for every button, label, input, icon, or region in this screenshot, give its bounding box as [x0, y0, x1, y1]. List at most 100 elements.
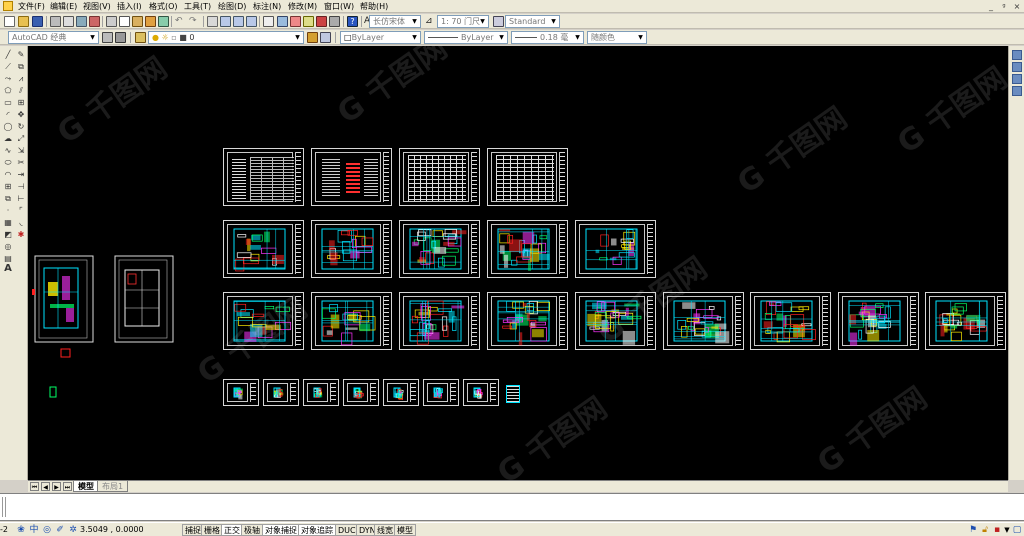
polyline-icon[interactable]: ⤳: [3, 74, 13, 84]
plot-3d-icon[interactable]: [89, 16, 100, 27]
line-icon[interactable]: ╱: [3, 50, 13, 60]
erase-icon[interactable]: ✎: [16, 50, 26, 60]
workspace-save-icon[interactable]: [115, 32, 126, 43]
command-line-grip[interactable]: [2, 497, 6, 517]
app-icon[interactable]: [3, 1, 13, 11]
explode-icon[interactable]: ✱: [16, 230, 26, 240]
menu-format[interactable]: 格式(O): [149, 1, 178, 12]
next-tab-icon[interactable]: ▶: [52, 482, 61, 491]
insert-block-icon[interactable]: ⊞: [3, 182, 13, 192]
new-icon[interactable]: [4, 16, 15, 27]
trim-icon[interactable]: ✂: [16, 158, 26, 168]
ortho-toggle[interactable]: 正交: [221, 524, 243, 536]
sheet-set-icon[interactable]: [303, 16, 314, 27]
gradient-icon[interactable]: ◩: [3, 230, 13, 240]
markup-icon[interactable]: [316, 16, 327, 27]
properties-icon[interactable]: [263, 16, 274, 27]
menu-dimension[interactable]: 标注(N): [253, 1, 281, 12]
dimension-style-combo[interactable]: 1: 70 门尺 ▼: [437, 15, 489, 28]
menu-tools[interactable]: 工具(T): [184, 1, 211, 12]
lineweight-combo[interactable]: 0.18 毫 ▼: [511, 31, 584, 44]
revision-cloud-icon[interactable]: ☁: [3, 134, 13, 144]
pan-icon[interactable]: [207, 16, 218, 27]
layer-previous-icon[interactable]: [320, 32, 331, 43]
print-preview-icon[interactable]: [63, 16, 74, 27]
text-style-combo[interactable]: 长仿宋体 ▼: [369, 15, 421, 28]
polar-toggle[interactable]: 极轴: [241, 524, 263, 536]
publish-icon[interactable]: [76, 16, 87, 27]
copy-icon[interactable]: [119, 16, 130, 27]
tool-palettes-icon[interactable]: [290, 16, 301, 27]
communication-center-icon[interactable]: ⚑: [968, 525, 978, 535]
move-icon[interactable]: ✥: [16, 110, 26, 120]
mirror-icon[interactable]: ⩘: [16, 74, 26, 84]
zoom-window-icon[interactable]: [233, 16, 244, 27]
ucs-icon[interactable]: [1012, 50, 1022, 60]
point-icon[interactable]: ·: [3, 206, 13, 216]
hatch-icon[interactable]: ▦: [3, 218, 13, 228]
clean-screen-icon[interactable]: ▢: [1012, 525, 1022, 535]
rectangle-icon[interactable]: ▭: [3, 98, 13, 108]
ucs-world-icon[interactable]: [1012, 62, 1022, 72]
prev-tab-icon[interactable]: ◀: [41, 482, 50, 491]
menu-draw[interactable]: 绘图(D): [218, 1, 246, 12]
cut-icon[interactable]: [106, 16, 117, 27]
zoom-previous-icon[interactable]: [246, 16, 257, 27]
menu-help[interactable]: 帮助(H): [360, 1, 388, 12]
ucs-previous-icon[interactable]: [1012, 74, 1022, 84]
ellipse-arc-icon[interactable]: ◠: [3, 170, 13, 180]
close-button[interactable]: ×: [1011, 1, 1023, 12]
open-icon[interactable]: [18, 16, 29, 27]
named-views-icon[interactable]: [1012, 86, 1022, 96]
arc-icon[interactable]: ◜: [3, 110, 13, 120]
save-icon[interactable]: [32, 16, 43, 27]
rotate-icon[interactable]: ↻: [16, 122, 26, 132]
command-line[interactable]: [0, 493, 1024, 521]
table-style-icon[interactable]: [493, 16, 504, 27]
layer-combo[interactable]: ● ☼ ▫ ■ 0 ▼: [148, 31, 304, 44]
undo-icon[interactable]: ↶: [175, 16, 186, 27]
make-block-icon[interactable]: ⧉: [3, 194, 13, 204]
scale-icon[interactable]: ⤢: [16, 134, 26, 144]
polygon-icon[interactable]: ⬠: [3, 86, 13, 96]
menu-window[interactable]: 窗口(W): [324, 1, 354, 12]
settings-circle-icon[interactable]: ◎: [42, 525, 52, 535]
print-icon[interactable]: [50, 16, 61, 27]
menu-view[interactable]: 视图(V): [83, 1, 111, 12]
chevron-down-icon[interactable]: ▼: [1002, 525, 1012, 535]
otrack-toggle[interactable]: 对象追踪: [298, 524, 336, 536]
first-tab-icon[interactable]: ⏮: [30, 482, 39, 491]
extend-icon[interactable]: ⇥: [16, 170, 26, 180]
info-icon[interactable]: ▪: [992, 525, 1002, 535]
drawing-canvas[interactable]: G 千图网 G 千图网 G 千图网 G 千图网 G 千图网 G 千图网 G 千图…: [28, 46, 1008, 480]
quickcalc-icon[interactable]: [329, 16, 340, 27]
zh-input-icon[interactable]: 中: [29, 525, 39, 535]
last-tab-icon[interactable]: ⏭: [63, 482, 72, 491]
fillet-icon[interactable]: ◟: [16, 218, 26, 228]
lock-icon[interactable]: 🔓︎: [980, 525, 990, 535]
help-icon[interactable]: ?: [347, 16, 358, 27]
spline-icon[interactable]: ∿: [3, 146, 13, 156]
restore-button[interactable]: ᵍ: [998, 1, 1010, 12]
stretch-icon[interactable]: ⇲: [16, 146, 26, 156]
menu-insert[interactable]: 插入(I): [117, 1, 142, 12]
array-icon[interactable]: ⊞: [16, 98, 26, 108]
pen-icon[interactable]: ✐: [55, 525, 65, 535]
color-combo[interactable]: □ByLayer ▼: [340, 31, 421, 44]
gear-icon[interactable]: ✲: [68, 525, 78, 535]
table-style-combo[interactable]: Standard ▼: [505, 15, 560, 28]
lineweight-toggle[interactable]: 线宽: [374, 524, 396, 536]
minimize-button[interactable]: _: [985, 1, 997, 12]
osnap-toggle[interactable]: 对象捕捉: [262, 524, 300, 536]
horizontal-scrollbar[interactable]: [128, 483, 1006, 491]
block-editor-icon[interactable]: [158, 16, 169, 27]
menu-edit[interactable]: 编辑(E): [50, 1, 77, 12]
redo-icon[interactable]: ↷: [189, 16, 200, 27]
model-toggle[interactable]: 模型: [394, 524, 416, 536]
join-icon[interactable]: ⊢: [16, 194, 26, 204]
construction-line-icon[interactable]: ⟋: [3, 62, 13, 72]
paw-icon[interactable]: ❀: [16, 525, 26, 535]
circle-icon[interactable]: ◯: [3, 122, 13, 132]
break-icon[interactable]: ⊣: [16, 182, 26, 192]
zoom-realtime-icon[interactable]: [220, 16, 231, 27]
